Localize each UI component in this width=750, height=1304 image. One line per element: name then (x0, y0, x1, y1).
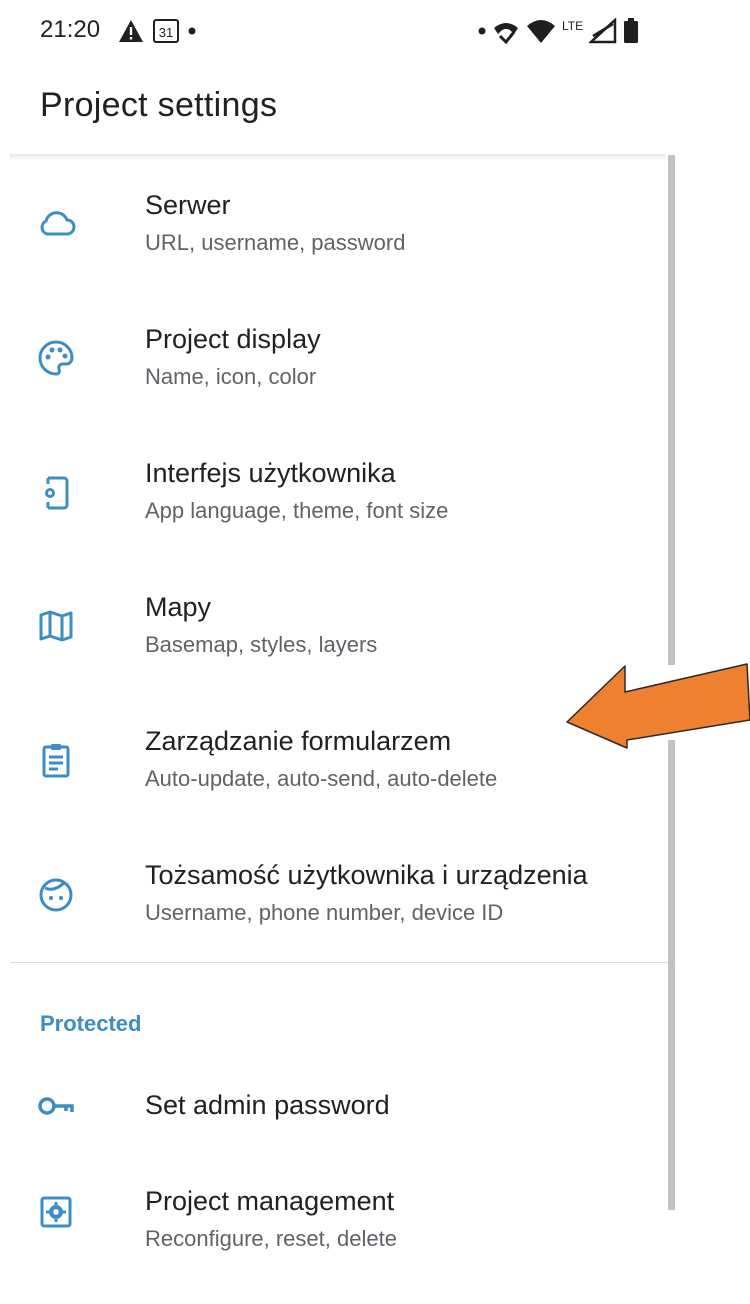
battery-icon (624, 18, 639, 43)
status-time: 21:20 (40, 16, 101, 43)
notification-dot (478, 27, 486, 35)
section-divider (10, 962, 676, 963)
face-icon (39, 878, 73, 912)
status-bar: 21:20 31 LTE (0, 0, 750, 64)
settings-item-server[interactable]: Serwer URL, username, password (0, 160, 668, 294)
settings-box-icon (40, 1196, 72, 1228)
key-icon (38, 1097, 74, 1115)
item-sub: Auto-update, auto-send, auto-delete (145, 766, 498, 791)
settings-item-user-interface[interactable]: Interfejs użytkownika App language, them… (0, 428, 668, 562)
warning-icon (119, 20, 143, 42)
scrollbar-segment (668, 155, 675, 665)
item-sub: App language, theme, font size (145, 498, 449, 523)
item-sub: Basemap, styles, layers (145, 632, 378, 657)
map-icon (39, 610, 73, 642)
missed-call-icon (494, 23, 518, 44)
phone-settings-icon (45, 476, 69, 510)
page-title: Project settings (40, 86, 278, 124)
settings-item-project-management[interactable]: Project management Reconfigure, reset, d… (0, 1170, 668, 1304)
item-sub: Reconfigure, reset, delete (145, 1226, 397, 1251)
calendar-icon: 31 (153, 19, 179, 43)
settings-item-admin-password[interactable]: Set admin password (0, 1060, 668, 1160)
cloud-icon (40, 211, 76, 236)
item-sub: Name, icon, color (145, 364, 317, 389)
notification-dot (188, 27, 196, 35)
settings-item-identity[interactable]: Tożsamość użytkownika i urządzenia Usern… (0, 830, 668, 964)
item-label: Zarządzanie formularzem (145, 726, 452, 756)
item-label: Serwer (145, 190, 231, 220)
annotation-arrow (566, 663, 750, 749)
wifi-icon (527, 20, 555, 43)
item-label: Tożsamość użytkownika i urządzenia (145, 860, 588, 890)
calendar-day: 31 (159, 25, 173, 40)
clipboard-icon (42, 744, 70, 778)
protected-section-header: Protected (40, 1011, 142, 1036)
signal-icon (589, 18, 617, 44)
status-left-icons: 31 (118, 18, 196, 44)
item-sub: URL, username, password (145, 230, 406, 255)
item-label: Set admin password (145, 1090, 390, 1120)
settings-item-project-display[interactable]: Project display Name, icon, color (0, 294, 668, 428)
scrollbar-segment (668, 740, 675, 1210)
item-label: Project display (145, 324, 321, 354)
status-right-icons: LTE (478, 18, 639, 44)
lte-label: LTE (562, 19, 584, 33)
palette-icon (38, 340, 74, 376)
item-label: Project management (145, 1186, 395, 1216)
item-label: Mapy (145, 592, 212, 622)
item-sub: Username, phone number, device ID (145, 900, 504, 925)
item-label: Interfejs użytkownika (145, 458, 396, 488)
